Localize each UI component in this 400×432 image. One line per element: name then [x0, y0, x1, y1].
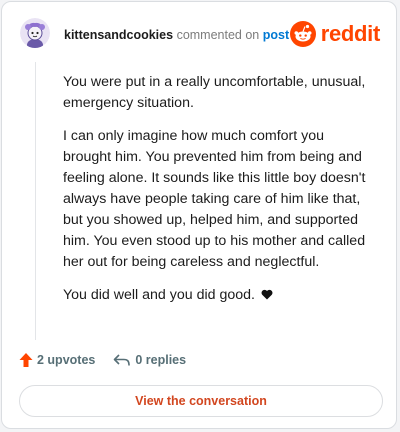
view-conversation-button[interactable]: View the conversation — [19, 385, 383, 417]
comment-paragraph: You did well and you did good. — [63, 285, 373, 306]
avatar[interactable] — [20, 18, 50, 48]
comment-card: kittensandcookies commented on post redd… — [1, 1, 397, 429]
reddit-logo-icon — [289, 21, 316, 47]
view-conversation-label: View the conversation — [135, 394, 267, 408]
comment-paragraph: I can only imagine how much comfort you … — [63, 128, 366, 270]
avatar-icon — [20, 18, 50, 48]
reply-count: 0 replies — [135, 353, 187, 367]
heart-icon — [261, 289, 273, 300]
comment-body: You were put in a really uncomfortable, … — [63, 72, 373, 318]
upvote-arrow-icon[interactable] — [19, 352, 33, 368]
action-text: commented on — [176, 28, 260, 42]
username-link[interactable]: kittensandcookies — [64, 28, 173, 42]
upvote-count: 2 upvotes — [37, 353, 96, 367]
post-link[interactable]: post — [263, 28, 289, 42]
reply-arrow-icon[interactable] — [113, 353, 131, 367]
upvote-action[interactable]: 2 upvotes — [19, 352, 95, 368]
comment-paragraph: You were put in a really uncomfortable, … — [63, 74, 366, 111]
comment-actions: 2 upvotes 0 replies — [19, 350, 204, 370]
reddit-brand[interactable]: reddit — [289, 20, 381, 48]
comment-meta: kittensandcookies commented on post — [64, 28, 289, 42]
brand-name: reddit — [320, 21, 381, 46]
comment-paragraph-text: You did well and you did good. — [63, 287, 255, 303]
thread-line — [35, 62, 36, 340]
comment-header: kittensandcookies commented on post redd… — [14, 14, 384, 54]
reply-action[interactable]: 0 replies — [113, 353, 186, 367]
